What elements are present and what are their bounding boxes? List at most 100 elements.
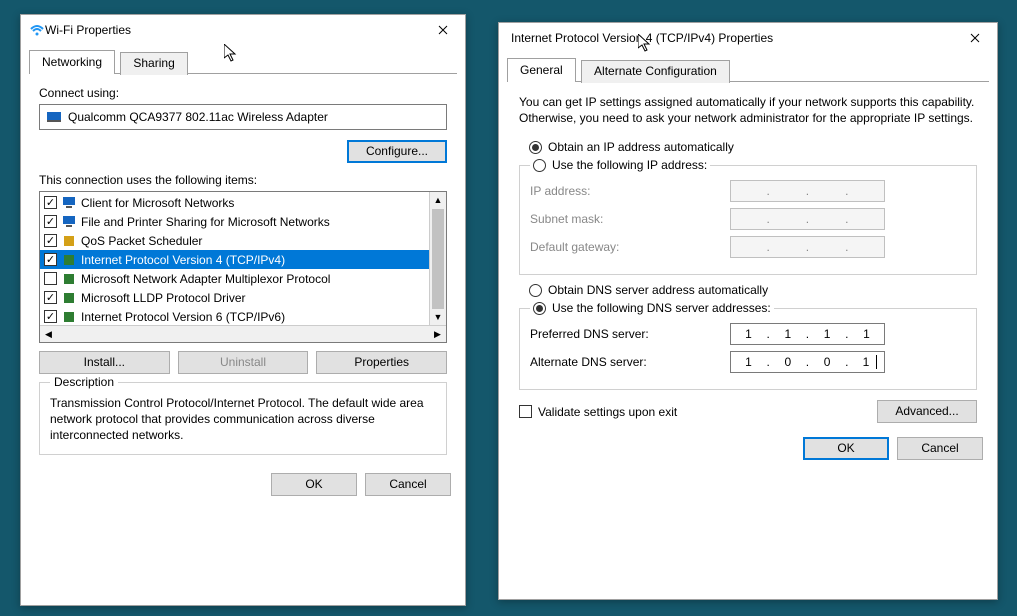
ipv4-intro-text: You can get IP settings assigned automat…: [519, 94, 977, 126]
items-label: This connection uses the following items…: [39, 173, 447, 187]
validate-label: Validate settings upon exit: [538, 405, 677, 419]
item-label: Internet Protocol Version 4 (TCP/IPv4): [81, 253, 285, 267]
list-item[interactable]: Microsoft Network Adapter Multiplexor Pr…: [40, 269, 429, 288]
advanced-button[interactable]: Advanced...: [877, 400, 977, 423]
wifi-properties-window: Wi-Fi Properties Networking Sharing Conn…: [20, 14, 466, 606]
radio-selected-icon: [529, 141, 542, 154]
item-checkbox[interactable]: ✓: [44, 291, 57, 304]
tab-general[interactable]: General: [507, 58, 576, 82]
protocol-icon: [61, 195, 77, 211]
uninstall-button: Uninstall: [178, 351, 309, 374]
protocol-icon: [61, 252, 77, 268]
description-group: Description Transmission Control Protoco…: [39, 382, 447, 455]
list-vertical-scrollbar[interactable]: ▲ ▼: [429, 192, 446, 325]
list-item[interactable]: ✓ Internet Protocol Version 6 (TCP/IPv6): [40, 307, 429, 325]
ok-button[interactable]: OK: [803, 437, 889, 460]
item-label: Internet Protocol Version 6 (TCP/IPv6): [81, 310, 285, 324]
item-checkbox[interactable]: ✓: [44, 253, 57, 266]
dns-auto-radio-row[interactable]: Obtain DNS server address automatically: [529, 283, 977, 297]
scroll-down-icon[interactable]: ▼: [430, 309, 446, 326]
properties-button[interactable]: Properties: [316, 351, 447, 374]
ipv4-body: You can get IP settings assigned automat…: [499, 82, 997, 429]
ip-manual-group: Use the following IP address: IP address…: [519, 158, 977, 275]
dns-manual-group: Use the following DNS server addresses: …: [519, 301, 977, 390]
item-label: QoS Packet Scheduler: [81, 234, 202, 248]
description-text: Transmission Control Protocol/Internet P…: [50, 395, 436, 444]
configure-button[interactable]: Configure...: [347, 140, 447, 163]
item-checkbox[interactable]: ✓: [44, 215, 57, 228]
dns-manual-radio-row[interactable]: Use the following DNS server addresses:: [533, 301, 771, 315]
list-item[interactable]: ✓ File and Printer Sharing for Microsoft …: [40, 212, 429, 231]
list-horizontal-scrollbar[interactable]: ◀ ▶: [40, 325, 446, 342]
protocol-icon: [61, 271, 77, 287]
cancel-button[interactable]: Cancel: [365, 473, 451, 496]
scroll-right-icon[interactable]: ▶: [429, 326, 446, 342]
ip-manual-label: Use the following IP address:: [552, 158, 707, 172]
tab-networking[interactable]: Networking: [29, 50, 115, 74]
close-icon: [970, 33, 980, 43]
item-label: Microsoft Network Adapter Multiplexor Pr…: [81, 272, 330, 286]
wifi-body: Connect using: Qualcomm QCA9377 802.11ac…: [21, 74, 465, 465]
ip-address-label: IP address:: [530, 184, 730, 198]
alternate-dns-label: Alternate DNS server:: [530, 355, 730, 369]
cancel-button[interactable]: Cancel: [897, 437, 983, 460]
list-item[interactable]: ✓ QoS Packet Scheduler: [40, 231, 429, 250]
radio-selected-icon: [533, 302, 546, 315]
subnet-mask-input: ...: [730, 208, 885, 230]
install-button[interactable]: Install...: [39, 351, 170, 374]
items-listbox[interactable]: ✓ Client for Microsoft Networks ✓ File and …: [39, 191, 447, 343]
ip-address-input: ...: [730, 180, 885, 202]
protocol-icon: [61, 214, 77, 230]
dns-auto-label: Obtain DNS server address automatically: [548, 283, 768, 297]
item-label: Client for Microsoft Networks: [81, 196, 234, 210]
validate-checkbox[interactable]: [519, 405, 532, 418]
protocol-icon: [61, 233, 77, 249]
item-checkbox[interactable]: ✓: [44, 310, 57, 323]
tab-alternate-configuration[interactable]: Alternate Configuration: [581, 60, 730, 83]
alternate-dns-input[interactable]: 1. 0. 0. 1: [730, 351, 885, 373]
dns-manual-label: Use the following DNS server addresses:: [552, 301, 771, 315]
ipv4-title: Internet Protocol Version 4 (TCP/IPv4) P…: [507, 31, 953, 45]
scroll-left-icon[interactable]: ◀: [40, 326, 57, 342]
item-label: Microsoft LLDP Protocol Driver: [81, 291, 246, 305]
adapter-name: Qualcomm QCA9377 802.11ac Wireless Adapt…: [68, 110, 328, 124]
ipv4-tabs: General Alternate Configuration: [507, 57, 989, 82]
radio-unselected-icon: [529, 284, 542, 297]
subnet-mask-label: Subnet mask:: [530, 212, 730, 226]
default-gateway-label: Default gateway:: [530, 240, 730, 254]
wifi-icon: [29, 22, 45, 38]
protocol-icon: [61, 290, 77, 306]
ip-manual-radio-row[interactable]: Use the following IP address:: [533, 158, 707, 172]
ipv4-properties-window: Internet Protocol Version 4 (TCP/IPv4) P…: [498, 22, 998, 600]
list-item[interactable]: ✓ Microsoft LLDP Protocol Driver: [40, 288, 429, 307]
radio-unselected-icon: [533, 159, 546, 172]
item-checkbox[interactable]: ✓: [44, 196, 57, 209]
ip-auto-radio-row[interactable]: Obtain an IP address automatically: [529, 140, 977, 154]
protocol-icon: [61, 309, 77, 325]
close-icon: [438, 25, 448, 35]
scroll-thumb[interactable]: [432, 209, 444, 309]
close-button[interactable]: [421, 15, 465, 45]
wifi-title: Wi-Fi Properties: [45, 23, 421, 37]
close-button[interactable]: [953, 23, 997, 53]
ipv4-titlebar[interactable]: Internet Protocol Version 4 (TCP/IPv4) P…: [499, 23, 997, 53]
ipv4-footer: OK Cancel: [499, 429, 997, 472]
adapter-box[interactable]: Qualcomm QCA9377 802.11ac Wireless Adapt…: [39, 104, 447, 130]
default-gateway-input: ...: [730, 236, 885, 258]
preferred-dns-label: Preferred DNS server:: [530, 327, 730, 341]
wifi-tabs: Networking Sharing: [29, 49, 457, 74]
tab-sharing[interactable]: Sharing: [120, 52, 187, 75]
ip-auto-label: Obtain an IP address automatically: [548, 140, 734, 154]
description-label: Description: [50, 375, 118, 389]
item-label: File and Printer Sharing for Microsoft N…: [81, 215, 330, 229]
wifi-footer: OK Cancel: [21, 465, 465, 508]
ok-button[interactable]: OK: [271, 473, 357, 496]
list-item[interactable]: ✓ Internet Protocol Version 4 (TCP/IPv4): [40, 250, 429, 269]
item-checkbox[interactable]: ✓: [44, 234, 57, 247]
wifi-titlebar[interactable]: Wi-Fi Properties: [21, 15, 465, 45]
scroll-up-icon[interactable]: ▲: [430, 192, 446, 209]
list-item[interactable]: ✓ Client for Microsoft Networks: [40, 193, 429, 212]
connect-using-label: Connect using:: [39, 86, 447, 100]
item-checkbox[interactable]: [44, 272, 57, 285]
preferred-dns-input[interactable]: 1. 1. 1. 1: [730, 323, 885, 345]
